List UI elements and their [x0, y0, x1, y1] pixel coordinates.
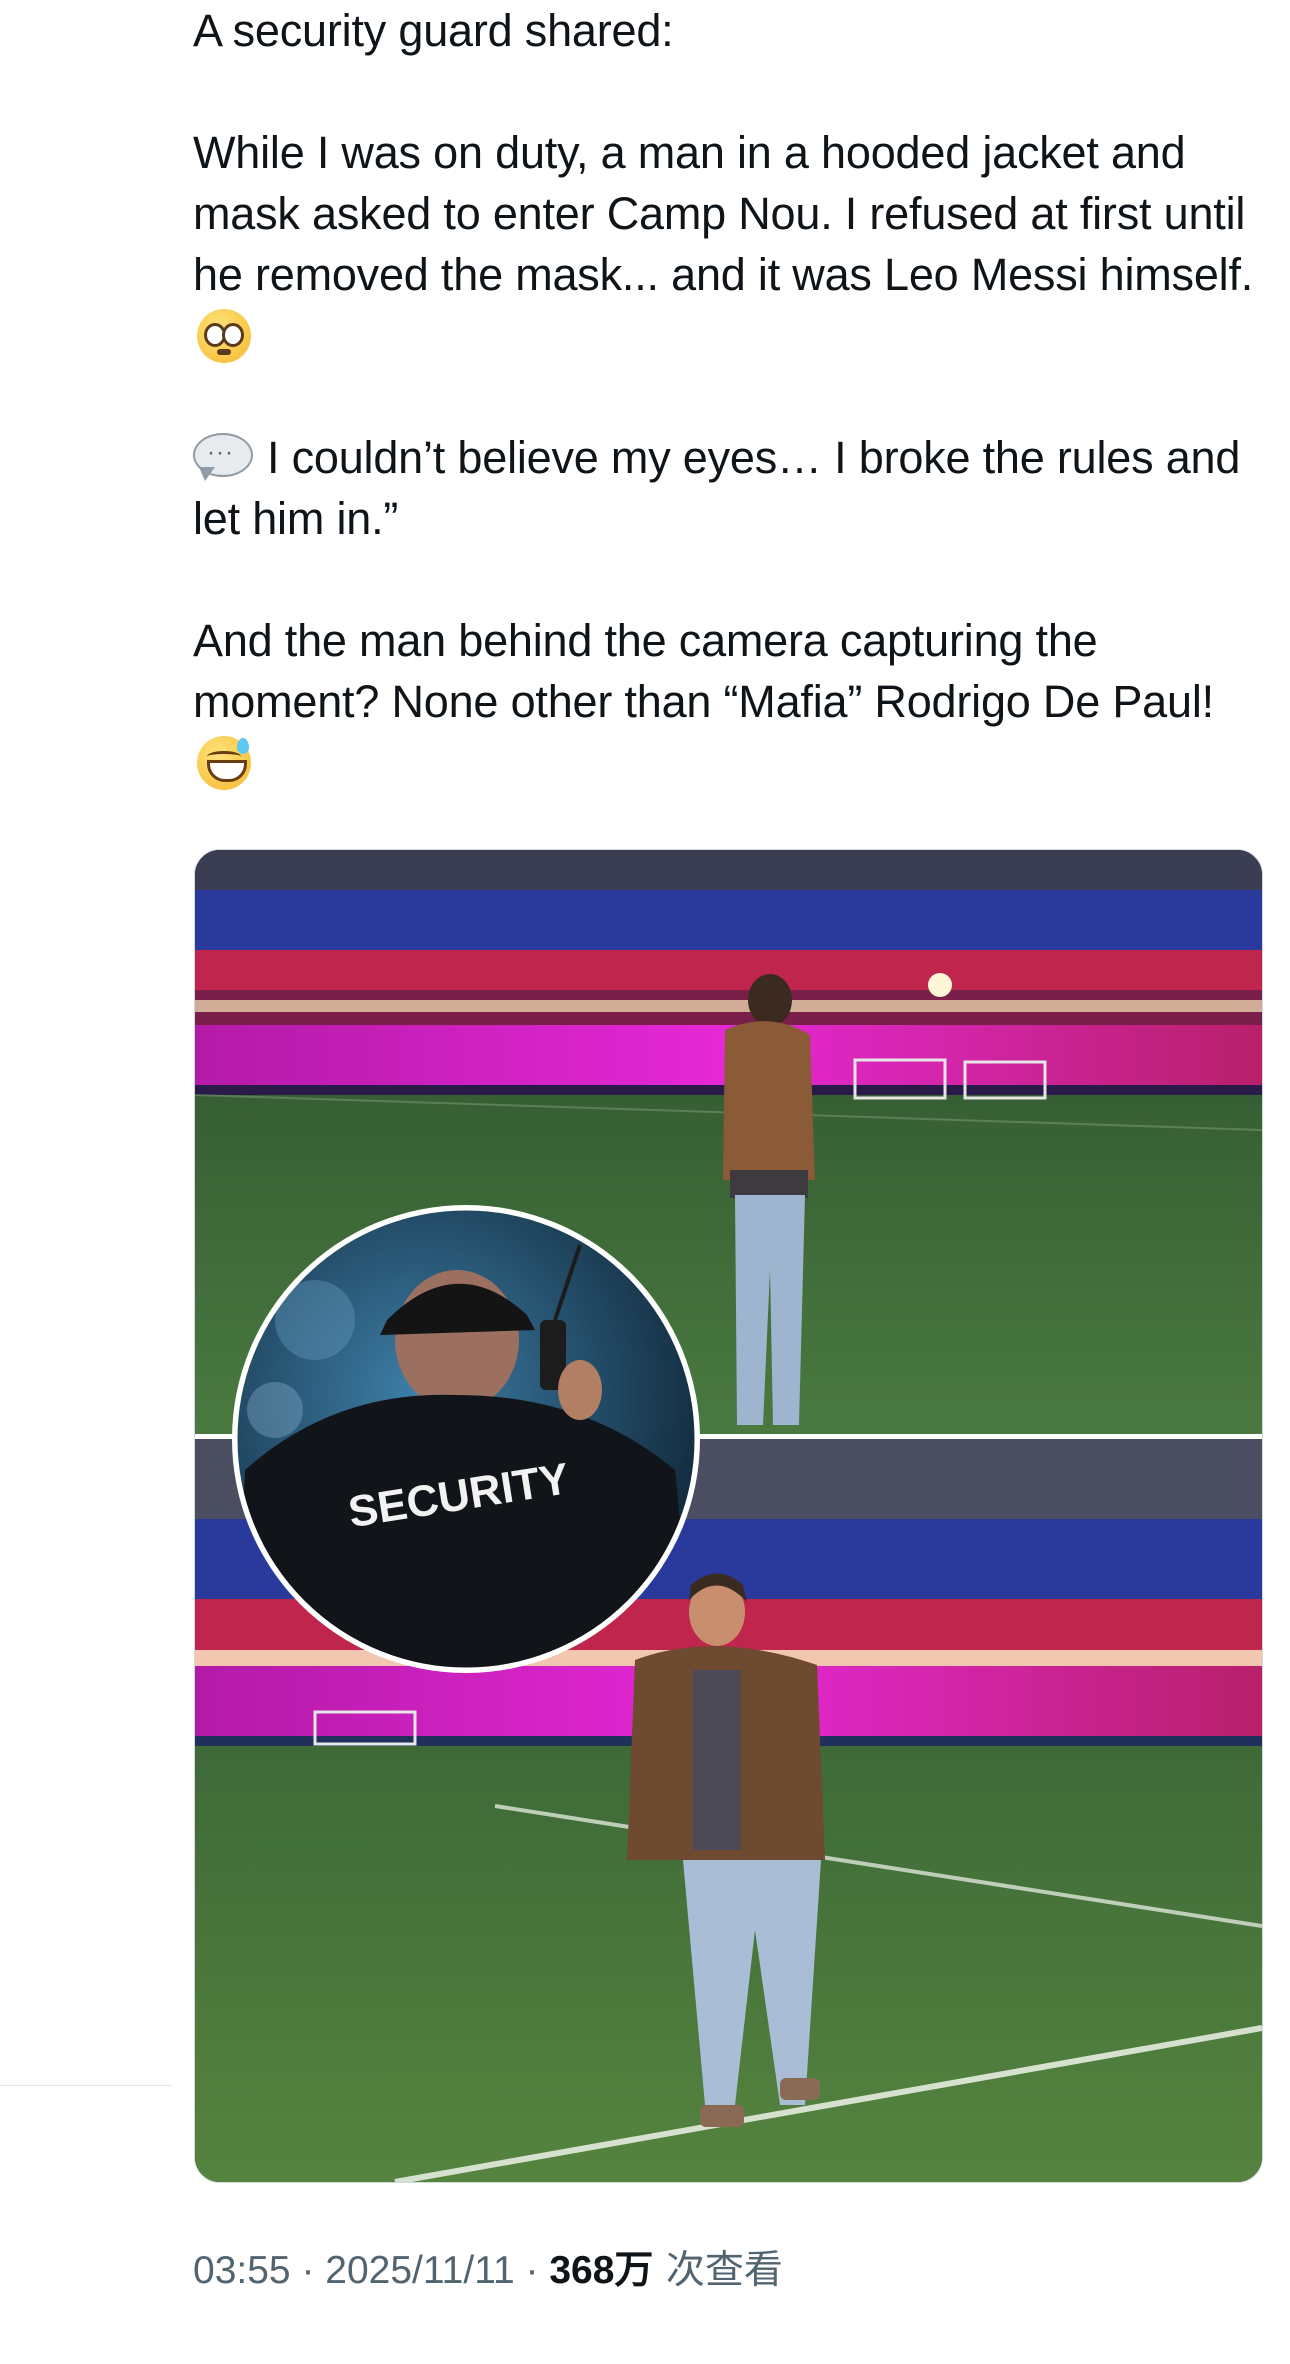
meta-separator: ·	[514, 2249, 550, 2292]
tweet-date[interactable]: 2025/11/11	[325, 2249, 514, 2292]
stadium-collage-image: SECURITY	[195, 850, 1262, 2182]
speech-balloon-icon: ···	[193, 433, 255, 481]
left-divider	[0, 2085, 172, 2086]
views-label: 次查看	[653, 2248, 783, 2293]
tweet-paragraph-3-text: And the man behind the camera capturing …	[193, 615, 1214, 727]
tweet-time[interactable]: 03:55	[193, 2249, 291, 2292]
views-count: 368万	[549, 2249, 654, 2292]
meta-separator: ·	[290, 2249, 326, 2292]
flushed-face-emoji-icon	[197, 309, 251, 363]
grinning-sweat-emoji-icon	[197, 736, 251, 790]
tweet-paragraph-1-text: While I was on duty, a man in a hooded j…	[193, 127, 1254, 300]
tweet-paragraph-2: ··· I couldn’t believe my eyes… I broke t…	[193, 427, 1273, 549]
security-guard-inset: SECURITY	[232, 1205, 700, 1673]
tweet-paragraph-3: And the man behind the camera capturing …	[193, 610, 1273, 793]
tweet-meta: 03:55 · 2025/11/11 · 368万 次查看	[193, 2246, 783, 2296]
tweet-photo[interactable]: SECURITY	[194, 849, 1263, 2183]
tweet-paragraph-2-text: I couldn’t believe my eyes… I broke the …	[193, 432, 1241, 544]
tweet-text: A security guard shared: While I was on …	[193, 0, 1273, 793]
tweet-paragraph-1: While I was on duty, a man in a hooded j…	[193, 122, 1273, 366]
tweet-intro: A security guard shared:	[193, 5, 674, 56]
